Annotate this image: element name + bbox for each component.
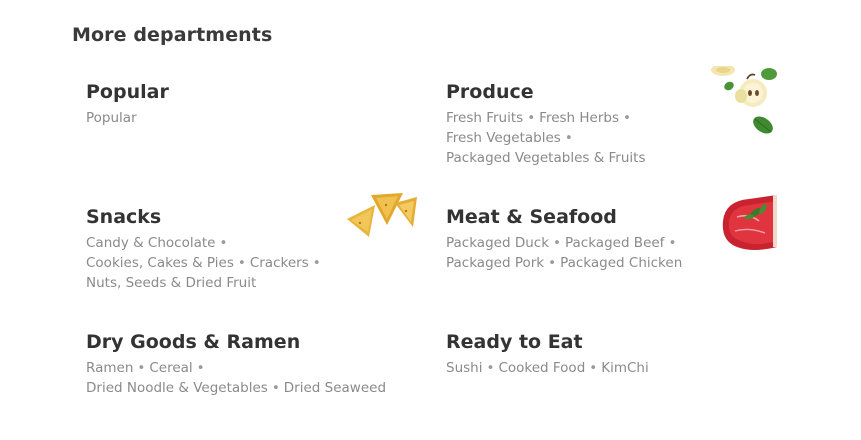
department-title-popular[interactable]: Popular bbox=[86, 80, 416, 104]
separator-dot: • bbox=[623, 110, 631, 126]
department-card-dry-goods-ramen: Dry Goods & Ramen Ramen • Cereal • Dried No… bbox=[86, 330, 416, 440]
link-packaged-duck[interactable]: Packaged Duck bbox=[446, 235, 549, 251]
department-title-ready-to-eat[interactable]: Ready to Eat bbox=[446, 330, 776, 354]
department-links-meat-seafood: Packaged Duck • Packaged Beef • Packaged Po… bbox=[446, 233, 756, 273]
link-packaged-beef[interactable]: Packaged Beef bbox=[565, 235, 664, 251]
department-links-ready-to-eat: Sushi • Cooked Food • KimChi bbox=[446, 358, 756, 378]
separator-dot: • bbox=[486, 360, 495, 376]
department-links-popular: Popular bbox=[86, 108, 396, 128]
link-candy-chocolate[interactable]: Candy & Chocolate bbox=[86, 235, 215, 251]
link-sushi[interactable]: Sushi bbox=[446, 360, 482, 376]
link-nuts-seeds-dried-fruit[interactable]: Nuts, Seeds & Dried Fruit bbox=[86, 275, 256, 291]
section-title: More departments bbox=[72, 24, 273, 46]
link-fresh-vegetables[interactable]: Fresh Vegetables bbox=[446, 130, 561, 146]
steak-icon bbox=[722, 195, 777, 250]
separator-dot: • bbox=[548, 255, 557, 271]
department-links-dry-goods-ramen: Ramen • Cereal • Dried Noodle & Vegetables •… bbox=[86, 358, 396, 398]
apple-icon bbox=[711, 66, 777, 134]
link-packaged-chicken[interactable]: Packaged Chicken bbox=[560, 255, 682, 271]
meat-image bbox=[719, 191, 777, 255]
separator-dot: • bbox=[668, 235, 677, 251]
separator-dot: • bbox=[564, 130, 573, 146]
separator-dot: • bbox=[196, 360, 205, 376]
link-packaged-pork[interactable]: Packaged Pork bbox=[446, 255, 544, 271]
snacks-image bbox=[345, 191, 417, 243]
separator-dot: • bbox=[527, 110, 536, 126]
link-popular[interactable]: Popular bbox=[86, 110, 137, 126]
chips-icon bbox=[347, 193, 417, 237]
link-kimchi[interactable]: KimChi bbox=[601, 360, 649, 376]
produce-image bbox=[705, 66, 777, 138]
link-fresh-herbs[interactable]: Fresh Herbs bbox=[539, 110, 619, 126]
department-title-dry-goods-ramen[interactable]: Dry Goods & Ramen bbox=[86, 330, 416, 354]
separator-dot: • bbox=[219, 235, 228, 251]
separator-dot: • bbox=[312, 255, 321, 271]
link-fresh-fruits[interactable]: Fresh Fruits bbox=[446, 110, 523, 126]
link-ramen[interactable]: Ramen bbox=[86, 360, 133, 376]
separator-dot: • bbox=[137, 360, 146, 376]
link-cooked-food[interactable]: Cooked Food bbox=[498, 360, 585, 376]
link-dried-seaweed[interactable]: Dried Seaweed bbox=[284, 380, 386, 396]
link-dried-noodle-vegetables[interactable]: Dried Noodle & Vegetables bbox=[86, 380, 268, 396]
link-crackers[interactable]: Crackers bbox=[250, 255, 309, 271]
separator-dot: • bbox=[589, 360, 598, 376]
department-card-popular: Popular Popular bbox=[86, 80, 416, 190]
department-card-ready-to-eat: Ready to Eat Sushi • Cooked Food • KimChi bbox=[446, 330, 776, 440]
link-packaged-vegetables-fruits[interactable]: Packaged Vegetables & Fruits bbox=[446, 150, 646, 166]
separator-dot: • bbox=[553, 235, 561, 251]
separator-dot: • bbox=[271, 380, 280, 396]
separator-dot: • bbox=[237, 255, 246, 271]
link-cereal[interactable]: Cereal bbox=[149, 360, 192, 376]
link-cookies-cakes-pies[interactable]: Cookies, Cakes & Pies bbox=[86, 255, 234, 271]
